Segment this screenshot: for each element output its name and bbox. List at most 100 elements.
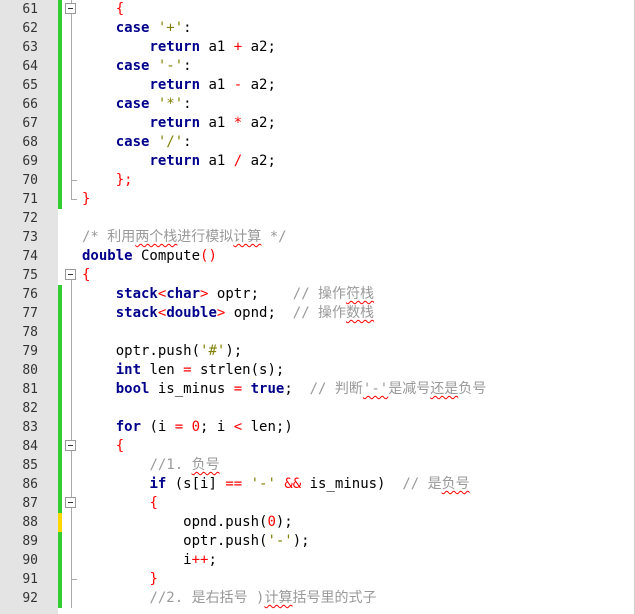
code-line[interactable]: 88 opnd.push(0); [0, 513, 635, 532]
code-line[interactable]: 83 for (i = 0; i < len;) [0, 418, 635, 437]
fold-toggle-icon[interactable] [65, 266, 79, 285]
code-text[interactable]: case '+': [82, 20, 192, 37]
code-line[interactable]: 91 } [0, 570, 635, 589]
code-text[interactable]: optr.push('#'); [82, 343, 242, 360]
plain-token: a1 [200, 77, 234, 93]
code-text[interactable]: } [82, 191, 90, 208]
code-line[interactable]: 61 { [0, 0, 635, 19]
code-editor[interactable]: 61 {62 case '+': 63 return a1 + a2; 64 cas… [0, 0, 635, 614]
code-text[interactable]: return a1 - a2; [82, 77, 275, 94]
plain-token: ); [292, 533, 310, 549]
code-line[interactable]: 81 bool is_minus = true; // 判断'-'是减号还是负号 [0, 380, 635, 399]
code-text[interactable]: opnd.push(0); [82, 514, 293, 531]
code-text[interactable]: i++; [82, 552, 217, 569]
code-text[interactable]: return a1 / a2; [82, 153, 275, 170]
code-line[interactable]: 82 [0, 399, 635, 418]
collapse-box-icon[interactable] [65, 3, 76, 14]
keyword-token: int [115, 362, 142, 378]
collapse-box-icon[interactable] [65, 497, 76, 508]
code-line[interactable]: 85 //1. 负号 [0, 456, 635, 475]
fold-guide-line [65, 152, 79, 171]
code-text[interactable]: { [82, 438, 124, 455]
code-line[interactable]: 78 [0, 323, 635, 342]
code-text[interactable]: //1. 负号 [82, 457, 219, 474]
code-text[interactable]: return a1 * a2; [82, 115, 275, 132]
spellcheck-flagged-token: 计算 [264, 590, 293, 606]
code-line[interactable]: 75 { [0, 266, 635, 285]
code-text[interactable]: /* 利用两个栈进行模拟计算 */ [82, 229, 287, 246]
spellcheck-flagged-token: 还是 [430, 381, 459, 397]
code-text[interactable]: bool is_minus = true; // 判断'-'是减号还是负号 [82, 381, 487, 398]
code-line[interactable]: 86 if (s[i] == '-' && is_minus) // 是负号 [0, 475, 635, 494]
fold-toggle-icon[interactable] [65, 437, 79, 456]
fold-guide-line [65, 95, 79, 114]
code-text[interactable]: }; [82, 172, 133, 189]
code-line[interactable]: 90 i++; [0, 551, 635, 570]
code-line[interactable]: 69 return a1 / a2; [0, 152, 635, 171]
code-line[interactable]: 92 //2. 是右括号 )计算括号里的式子 [0, 589, 635, 608]
collapse-box-icon[interactable] [65, 440, 76, 451]
code-text[interactable]: for (i = 0; i < len;) [82, 419, 293, 436]
code-line[interactable]: 71} [0, 190, 635, 209]
code-line[interactable]: 80 int len = strlen(s); [0, 361, 635, 380]
line-number: 81 [22, 382, 38, 397]
line-number: 73 [22, 230, 38, 245]
line-number: 91 [22, 572, 38, 587]
fold-toggle-icon[interactable] [65, 494, 79, 513]
string-token: '-' [267, 533, 293, 549]
code-line[interactable]: 68 case '/': [0, 133, 635, 152]
comment-token: // 是 [402, 476, 442, 492]
fold-guide-line [65, 285, 79, 304]
code-line[interactable]: 89 optr.push('-'); [0, 532, 635, 551]
comment-token: */ [261, 229, 287, 245]
saved-change-marker [58, 19, 62, 38]
code-line[interactable]: 70 }; [0, 171, 635, 190]
code-text[interactable]: case '*': [82, 96, 192, 113]
plain-token: i [82, 552, 192, 568]
fold-end-marker [65, 570, 79, 589]
fold-guide-line [65, 589, 79, 608]
code-line[interactable]: 76 stack<char> optr; // 操作符栈 [0, 285, 635, 304]
code-line[interactable]: 87 { [0, 494, 635, 513]
code-text[interactable]: { [82, 495, 157, 512]
code-text[interactable]: case '/': [82, 134, 192, 151]
operator-token: { [115, 438, 125, 454]
code-text[interactable]: stack<double> opnd; // 操作数栈 [82, 305, 374, 322]
code-text[interactable]: case '-': [82, 58, 192, 75]
code-text[interactable]: optr.push('-'); [82, 533, 310, 550]
code-text[interactable]: stack<char> optr; // 操作符栈 [82, 286, 374, 303]
code-text[interactable]: } [82, 571, 157, 588]
code-text[interactable]: double Compute() [82, 248, 217, 265]
line-number: 90 [22, 553, 38, 568]
code-line[interactable]: 73 /* 利用两个栈进行模拟计算 */ [0, 228, 635, 247]
code-line[interactable]: 79 optr.push('#'); [0, 342, 635, 361]
code-text[interactable]: if (s[i] == '-' && is_minus) // 是负号 [82, 476, 469, 493]
code-line[interactable]: 62 case '+': [0, 19, 635, 38]
collapse-box-icon[interactable] [65, 269, 76, 280]
fold-toggle-icon[interactable] [65, 0, 79, 19]
string-token: '#' [200, 343, 226, 359]
code-text[interactable]: { [82, 1, 124, 18]
saved-change-marker [58, 152, 62, 171]
code-line[interactable]: 65 return a1 - a2; [0, 76, 635, 95]
code-text[interactable]: { [82, 267, 90, 284]
code-line[interactable]: 64 case '-': [0, 57, 635, 76]
code-line[interactable]: 66 case '*': [0, 95, 635, 114]
code-line[interactable]: 72 [0, 209, 635, 228]
plain-token: ; i [200, 419, 234, 435]
code-line[interactable]: 77 stack<double> opnd; // 操作数栈 [0, 304, 635, 323]
code-line[interactable]: 84 { [0, 437, 635, 456]
comment-token: /* 利用 [82, 229, 136, 245]
code-line[interactable]: 63 return a1 + a2; [0, 38, 635, 57]
code-text[interactable]: //2. 是右括号 )计算括号里的式子 [82, 590, 376, 607]
code-line[interactable]: 74 double Compute() [0, 247, 635, 266]
saved-change-marker [58, 95, 62, 114]
code-line[interactable]: 67 return a1 * a2; [0, 114, 635, 133]
code-text[interactable]: return a1 + a2; [82, 39, 275, 56]
code-text[interactable]: int len = strlen(s); [82, 362, 285, 379]
